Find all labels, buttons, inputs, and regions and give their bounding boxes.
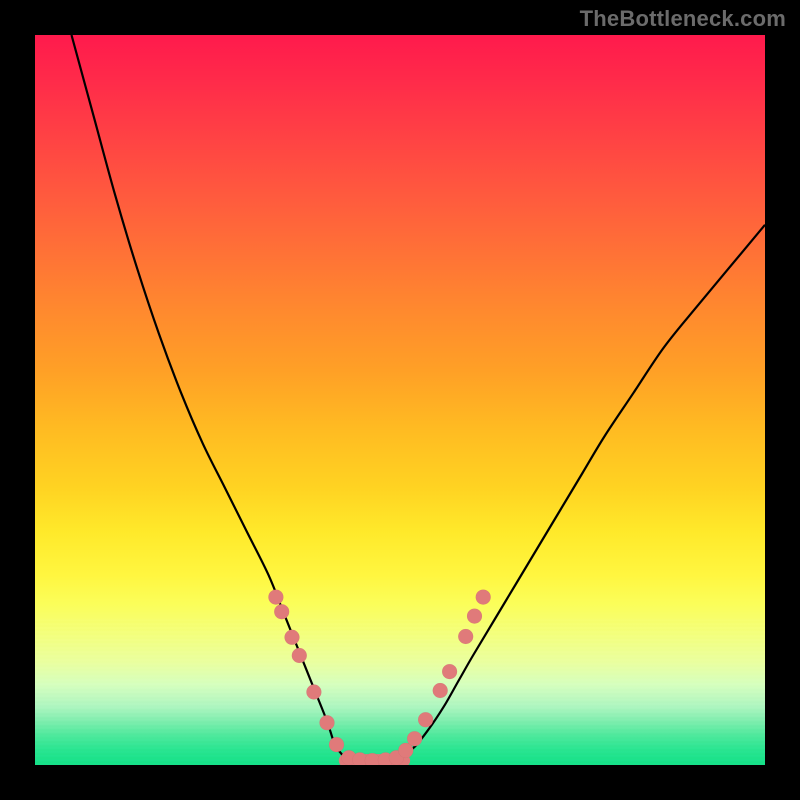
chart-stage: TheBottleneck.com [0, 0, 800, 800]
marker-dot [292, 648, 307, 663]
marker-dot [476, 590, 491, 605]
marker-dot [329, 737, 344, 752]
plot-area [35, 35, 765, 765]
marker-dot [268, 590, 283, 605]
marker-dot [467, 609, 482, 624]
curve-svg [35, 35, 765, 765]
marker-dot [442, 664, 457, 679]
marker-group [268, 590, 490, 765]
marker-dot [407, 731, 422, 746]
watermark-text: TheBottleneck.com [580, 6, 786, 32]
marker-dot [418, 712, 433, 727]
marker-dot [306, 685, 321, 700]
left-curve-path [72, 35, 349, 759]
marker-dot [320, 715, 335, 730]
marker-dot [285, 630, 300, 645]
marker-dot [433, 683, 448, 698]
right-curve-path [400, 225, 765, 758]
marker-dot [274, 604, 289, 619]
marker-dot [458, 629, 473, 644]
